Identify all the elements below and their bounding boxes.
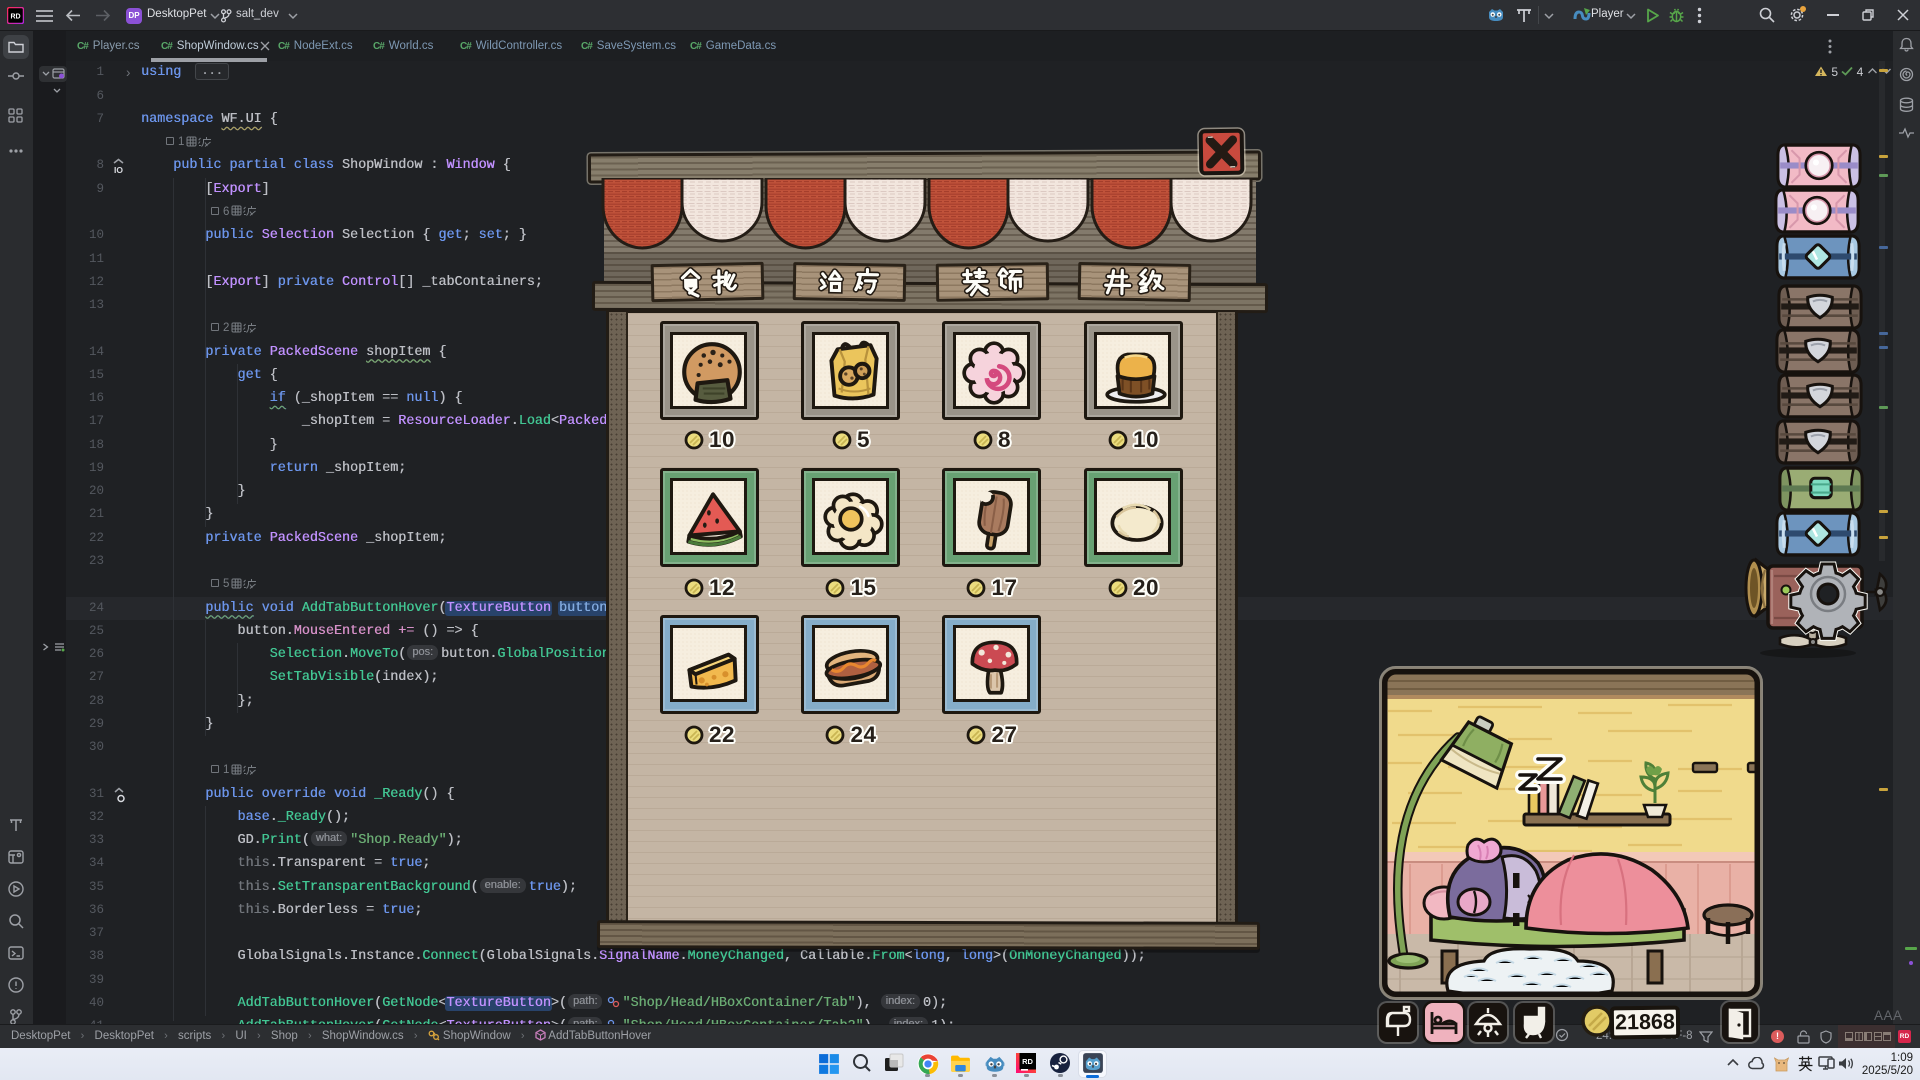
svg-text:RD: RD: [10, 14, 20, 21]
svg-text:IO: IO: [114, 165, 123, 175]
svg-text:RD: RD: [1022, 1057, 1033, 1066]
